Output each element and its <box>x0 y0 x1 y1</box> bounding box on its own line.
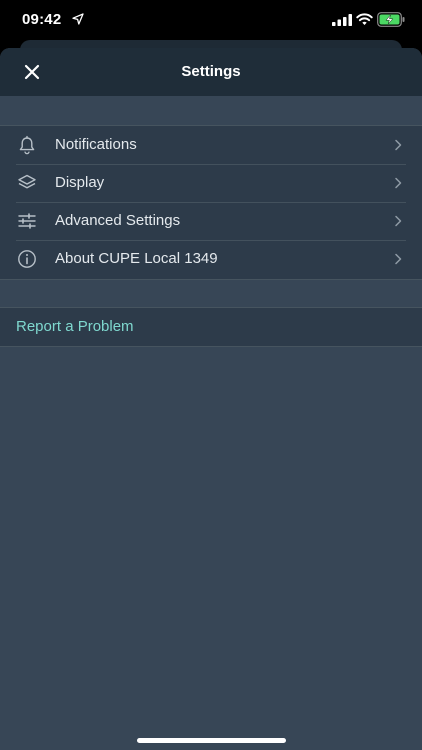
sliders-icon <box>18 213 36 229</box>
settings-item-label: Advanced Settings <box>55 212 181 229</box>
settings-item-label: Display <box>55 174 105 191</box>
chevron-right-icon <box>395 215 402 227</box>
settings-sheet: Settings Notifications Display Advanced … <box>0 48 422 750</box>
status-bar: 09:42 <box>0 0 422 40</box>
settings-item-display[interactable]: Display <box>0 164 422 202</box>
location-arrow-icon <box>72 13 84 25</box>
status-time: 09:42 <box>22 11 62 28</box>
report-group: Report a Problem <box>0 307 422 347</box>
chevron-right-icon <box>395 139 402 151</box>
settings-list: Notifications Display Advanced Settings <box>0 125 422 280</box>
report-problem-link[interactable]: Report a Problem <box>16 308 134 346</box>
info-icon <box>18 250 36 268</box>
home-indicator <box>137 738 286 743</box>
layers-icon <box>18 174 36 189</box>
settings-item-about[interactable]: About CUPE Local 1349 <box>0 240 422 278</box>
page-title: Settings <box>181 63 241 80</box>
bell-icon <box>19 135 35 155</box>
settings-item-advanced-settings[interactable]: Advanced Settings <box>0 202 422 240</box>
close-icon <box>24 64 40 80</box>
cellular-signal-icon <box>332 14 352 26</box>
wifi-icon <box>356 13 373 25</box>
settings-item-label: Notifications <box>55 136 137 153</box>
settings-item-notifications[interactable]: Notifications <box>0 126 422 164</box>
chevron-right-icon <box>395 177 402 189</box>
chevron-right-icon <box>395 253 402 265</box>
nav-bar: Settings <box>0 48 422 96</box>
settings-item-label: About CUPE Local 1349 <box>55 250 218 267</box>
close-button[interactable] <box>20 60 44 84</box>
battery-charging-icon <box>377 12 405 27</box>
